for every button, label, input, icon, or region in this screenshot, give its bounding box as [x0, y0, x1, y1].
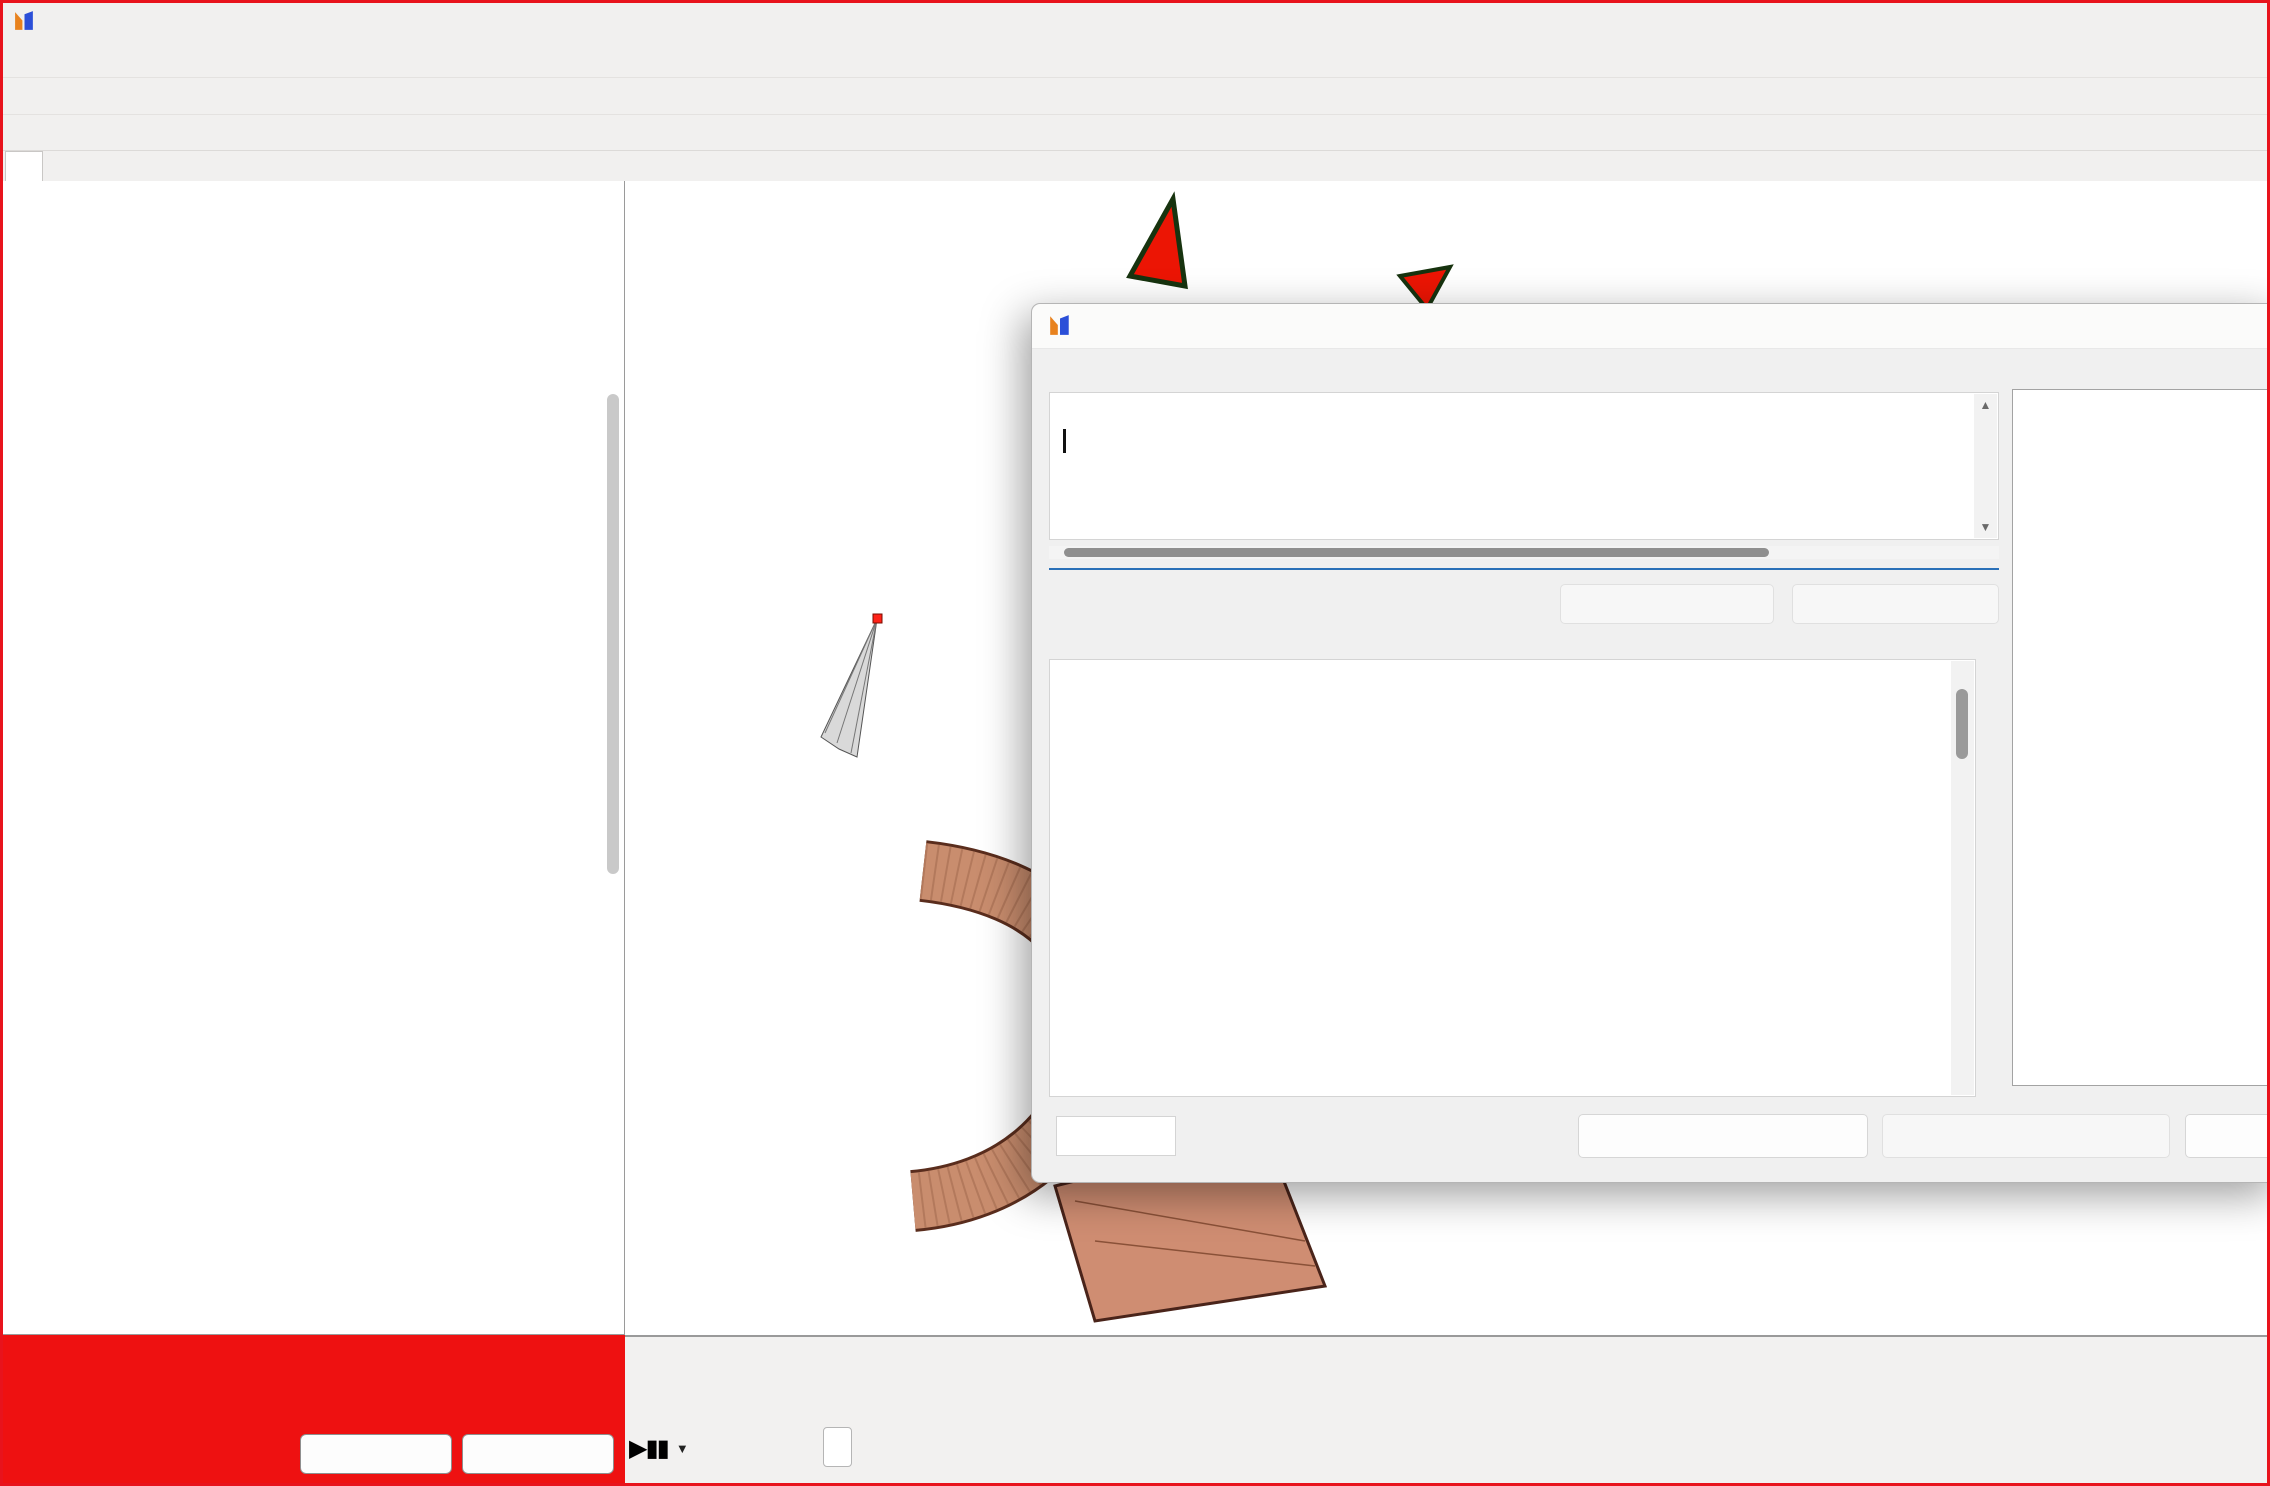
select-nodes-button[interactable]	[1560, 584, 1774, 624]
model-spider-fan	[821, 614, 882, 757]
outline-tree	[3, 181, 625, 1334]
scroll-up-icon[interactable]: ▲	[1974, 394, 1997, 416]
errors-box[interactable]: ▲ ▼	[1049, 392, 1999, 540]
solver-scrollbar[interactable]	[1951, 661, 1974, 1095]
solver-output-text	[1050, 660, 1975, 1096]
model-fragment-1	[1130, 199, 1185, 286]
title-bar	[3, 3, 2267, 37]
tree-scrollbar[interactable]	[607, 394, 619, 874]
toolbar-row-2	[3, 114, 2267, 151]
timeline-panel	[625, 1335, 2270, 1486]
hscroll-thumb[interactable]	[1064, 548, 1769, 557]
convergence-chart-box	[2012, 389, 2270, 1086]
solver-scroll-thumb[interactable]	[1956, 689, 1968, 759]
solver-output-box[interactable]	[1049, 659, 1976, 1097]
dialog-logo-icon	[1048, 313, 1072, 337]
dialog-title-bar[interactable]	[1032, 304, 2270, 349]
convergence-chart	[2013, 390, 2270, 1085]
play-options-chevron-icon[interactable]: ▼	[676, 1441, 689, 1456]
menu-bar	[3, 37, 2267, 77]
text-caret	[1063, 429, 1066, 453]
tab-configuration[interactable]	[5, 151, 43, 181]
select-elements-button[interactable]	[1792, 584, 1999, 624]
errors-hscrollbar[interactable]	[1049, 546, 1999, 559]
timeline-chart	[625, 1337, 2270, 1486]
input-file-button[interactable]	[2185, 1114, 2270, 1158]
close-button[interactable]	[462, 1434, 614, 1474]
timeline-cursor-handle[interactable]	[823, 1427, 852, 1467]
load-partial-solution-button[interactable]	[1882, 1114, 2170, 1158]
animation-controls: ▶▮▮ ▼	[629, 1427, 695, 1469]
monitor-dialog: ▲ ▼	[1031, 303, 2270, 1183]
app-logo-icon	[13, 9, 36, 32]
mecway-window: ▶▮▮ ▼ ▲ ▼	[0, 0, 2270, 1486]
tab-strip	[3, 151, 625, 182]
scroll-down-icon[interactable]: ▼	[1974, 516, 1997, 538]
divider-line	[1049, 568, 1999, 570]
solver-status-panel	[3, 1334, 625, 1486]
toolbar-row-1	[3, 77, 2267, 114]
elapsed-time-field[interactable]	[1056, 1116, 1176, 1156]
open-working-directory-button[interactable]	[1578, 1114, 1868, 1158]
errors-scrollbar[interactable]: ▲ ▼	[1974, 394, 1997, 538]
monitor-button[interactable]	[300, 1434, 452, 1474]
play-pause-icon[interactable]: ▶▮▮	[629, 1434, 668, 1463]
